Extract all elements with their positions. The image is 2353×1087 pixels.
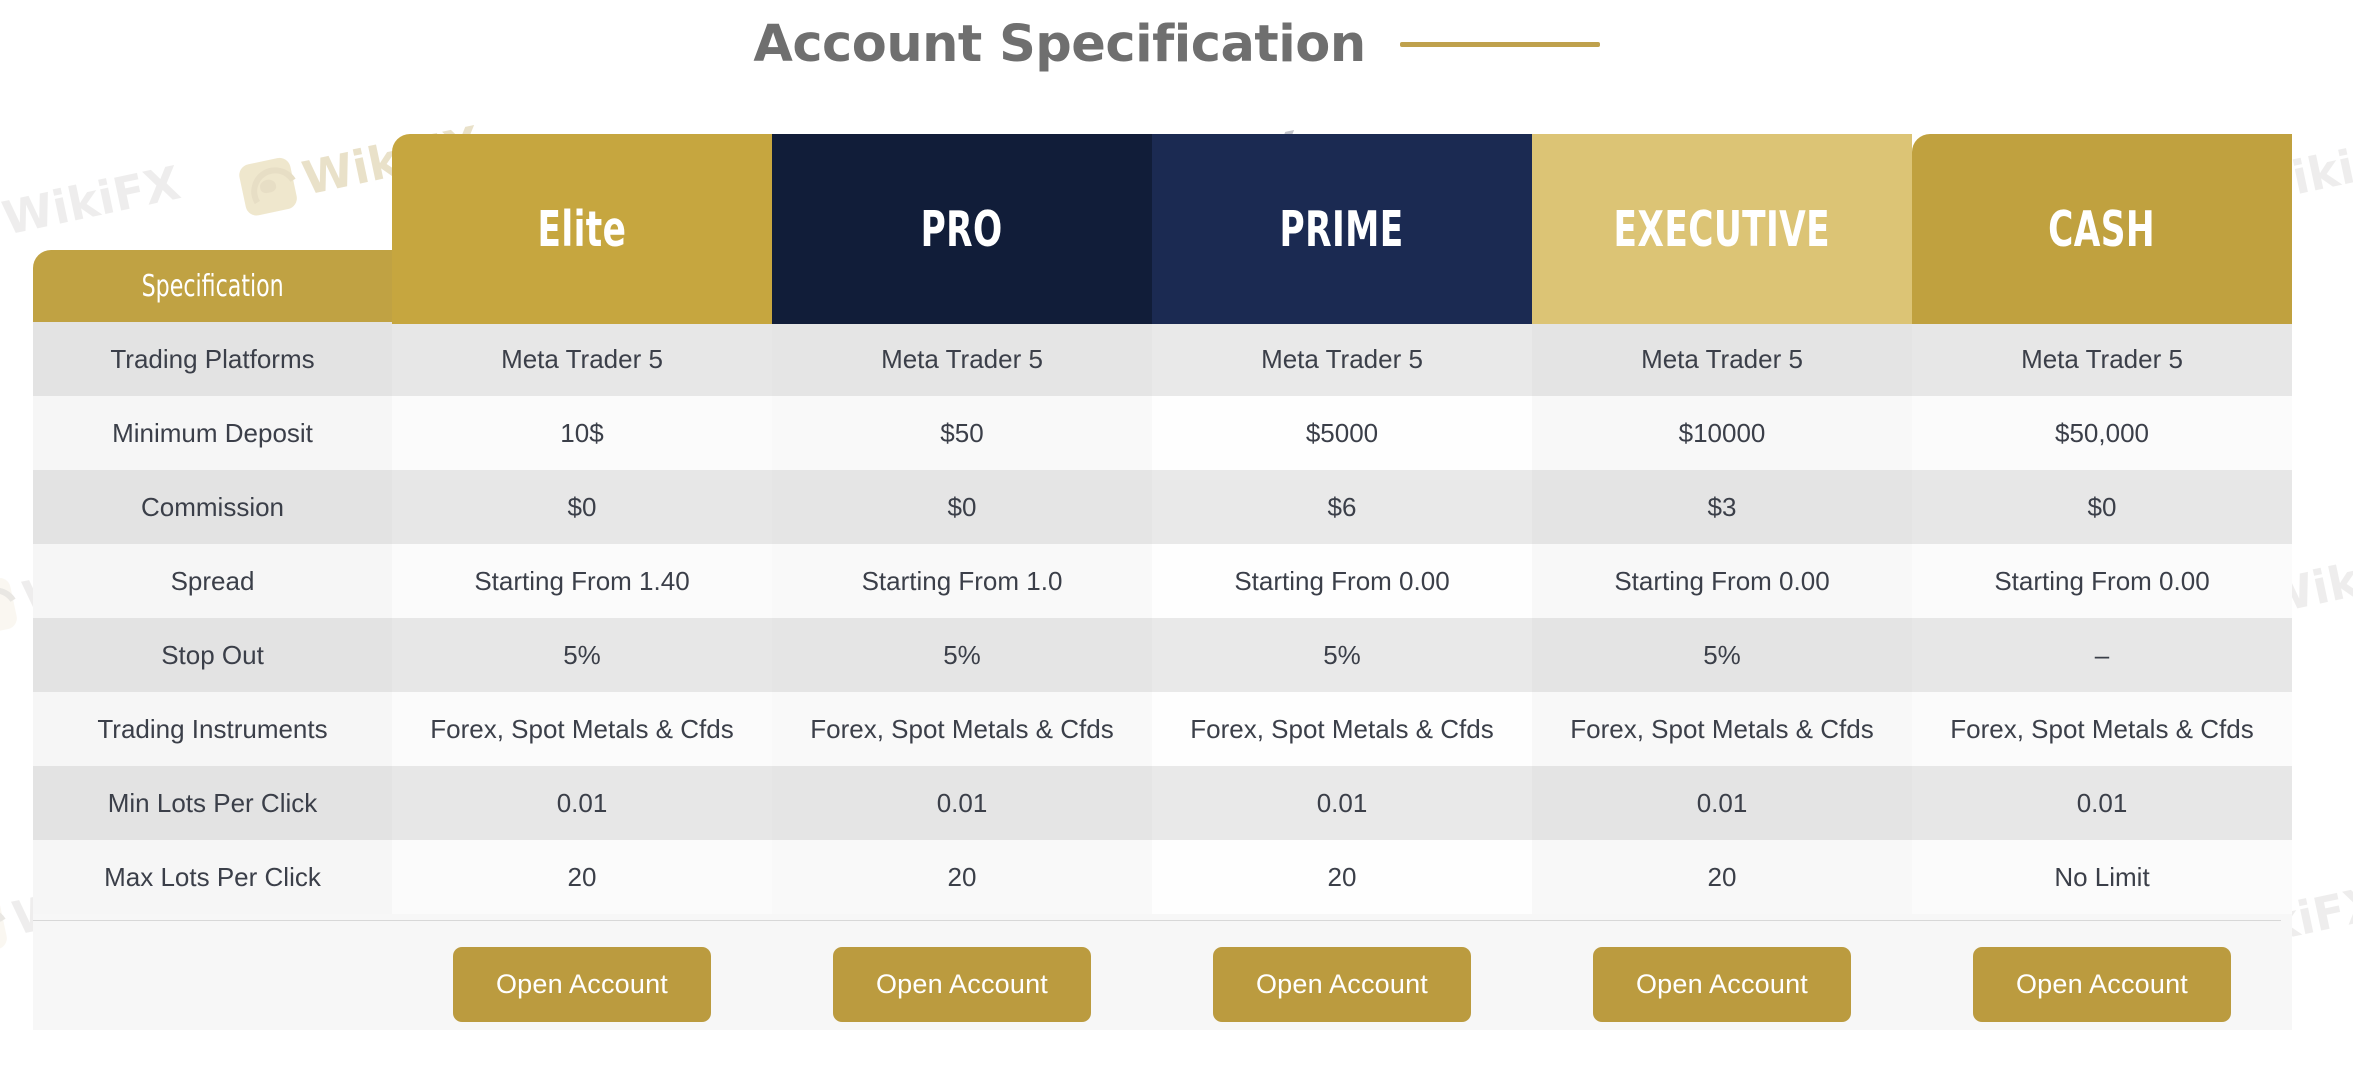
wikifx-lion-icon [0, 895, 9, 958]
spec-value-cell: 0.01 [1532, 766, 1912, 840]
spec-label-cell: Min Lots Per Click [107, 787, 318, 818]
spec-label-cell: Trading Instruments [97, 713, 328, 744]
spec-label-cell: Spread [170, 565, 255, 596]
table-row: Spread Starting From 1.40 Starting From 1.… [33, 544, 2292, 618]
spec-label-cell: Trading Platforms [110, 343, 315, 374]
watermark-text: WikiFX [0, 155, 185, 246]
spec-value-cell: 5% [1532, 618, 1912, 692]
spec-value-cell: Forex, Spot Metals & Cfds [1532, 692, 1912, 766]
page-header: Account Specification [0, 2, 2353, 86]
table-row: Trading Instruments Forex, Spot Metals & … [33, 692, 2292, 766]
spec-value-cell: $10000 [1532, 396, 1912, 470]
spec-value-cell: 20 [1152, 840, 1532, 914]
table-row: Commission $0 $0 $6 $3 $0 [33, 470, 2292, 544]
account-type-label: CASH [2048, 200, 2156, 258]
table-row: Max Lots Per Click 20 20 20 20 No Limit [33, 840, 2292, 914]
spec-value-cell: Meta Trader 5 [1152, 322, 1532, 396]
spec-value-cell: $0 [392, 470, 772, 544]
account-type-header-pro[interactable]: PRO [772, 134, 1152, 324]
account-type-header-cash[interactable]: CASH [1912, 134, 2292, 324]
spec-value-cell: – [1912, 618, 2292, 692]
spec-value-cell: Meta Trader 5 [392, 322, 772, 396]
open-account-button-prime[interactable]: Open Account [1213, 946, 1471, 1022]
spec-value-cell: Forex, Spot Metals & Cfds [1152, 692, 1532, 766]
table-row: Trading Platforms Meta Trader 5 Meta Trade… [33, 322, 2292, 396]
specification-header-label: Specification [141, 268, 284, 304]
table-row: Stop Out 5% 5% 5% 5% – [33, 618, 2292, 692]
spec-value-cell: $50 [772, 396, 1152, 470]
spec-label-cell: Stop Out [161, 639, 264, 670]
spec-value-cell: 5% [1152, 618, 1532, 692]
open-account-slot: Open Account [1532, 938, 1912, 1030]
page-title: Account Specification [753, 14, 1366, 74]
open-account-button-elite[interactable]: Open Account [453, 946, 711, 1022]
spec-value-cell: $0 [772, 470, 1152, 544]
wikifx-lion-icon [237, 155, 299, 218]
open-account-slot: Open Account [772, 938, 1152, 1030]
account-type-label: EXECUTIVE [1613, 200, 1831, 258]
spec-value-cell: Starting From 0.00 [1152, 544, 1532, 618]
specification-header-cell: Specification [33, 250, 392, 322]
spec-value-cell: Starting From 1.40 [392, 544, 772, 618]
table-row: Minimum Deposit 10$ $50 $5000 $10000 $50,000 [33, 396, 2292, 470]
spec-value-cell: Meta Trader 5 [1532, 322, 1912, 396]
spec-value-cell: 0.01 [1152, 766, 1532, 840]
spec-value-cell: 20 [392, 840, 772, 914]
open-account-button-pro[interactable]: Open Account [833, 946, 1091, 1022]
spec-value-cell: Starting From 0.00 [1912, 544, 2292, 618]
account-type-label: PRO [920, 200, 1004, 258]
open-account-slot: Open Account [1912, 938, 2292, 1030]
spec-value-cell: $0 [1912, 470, 2292, 544]
account-type-header-row: Elite PRO PRIME EXECUTIVE CASH [392, 134, 2292, 324]
spec-value-cell: 20 [772, 840, 1152, 914]
account-type-header-prime[interactable]: PRIME [1152, 134, 1532, 324]
spec-value-cell: Meta Trader 5 [1912, 322, 2292, 396]
table-footer-divider [33, 920, 2281, 921]
spec-label-cell: Minimum Deposit [112, 417, 313, 448]
spec-value-cell: 5% [392, 618, 772, 692]
spec-value-cell: Starting From 1.0 [772, 544, 1152, 618]
account-type-label: Elite [537, 200, 627, 258]
spec-label-cell: Max Lots Per Click [104, 861, 321, 892]
spec-value-cell: 5% [772, 618, 1152, 692]
watermark: WikiFX [0, 155, 185, 258]
spec-value-cell: $50,000 [1912, 396, 2292, 470]
open-account-slot: Open Account [1152, 938, 1532, 1030]
wikifx-lion-icon [0, 575, 19, 638]
table-row: Min Lots Per Click 0.01 0.01 0.01 0.01 0.01 [33, 766, 2292, 840]
spec-value-cell: $3 [1532, 470, 1912, 544]
spec-value-cell: Starting From 0.00 [1532, 544, 1912, 618]
open-account-slot: Open Account [392, 938, 772, 1030]
account-specification-page: Account Specification Elite PRO PRIME EXECU… [0, 0, 2353, 1087]
open-account-button-cash[interactable]: Open Account [1973, 946, 2231, 1022]
spec-value-cell: $5000 [1152, 396, 1532, 470]
spec-value-cell: 0.01 [1912, 766, 2292, 840]
spec-value-cell: $6 [1152, 470, 1532, 544]
spec-value-cell: Forex, Spot Metals & Cfds [1912, 692, 2292, 766]
title-accent-rule [1399, 41, 1600, 47]
open-account-button-row: Open Account Open Account Open Account Open… [392, 938, 2292, 1030]
account-type-label: PRIME [1279, 200, 1405, 258]
spec-table-body: Trading Platforms Meta Trader 5 Meta Trade… [33, 322, 2292, 914]
spec-value-cell: Forex, Spot Metals & Cfds [772, 692, 1152, 766]
spec-value-cell: Forex, Spot Metals & Cfds [392, 692, 772, 766]
spec-value-cell: Meta Trader 5 [772, 322, 1152, 396]
spec-value-cell: 10$ [392, 396, 772, 470]
spec-label-cell: Commission [140, 491, 285, 522]
spec-value-cell: 0.01 [772, 766, 1152, 840]
spec-value-cell: 20 [1532, 840, 1912, 914]
open-account-button-executive[interactable]: Open Account [1593, 946, 1851, 1022]
spec-value-cell: 0.01 [392, 766, 772, 840]
account-type-header-elite[interactable]: Elite [392, 134, 772, 324]
account-type-header-executive[interactable]: EXECUTIVE [1532, 134, 1912, 324]
spec-value-cell: No Limit [1912, 840, 2292, 914]
